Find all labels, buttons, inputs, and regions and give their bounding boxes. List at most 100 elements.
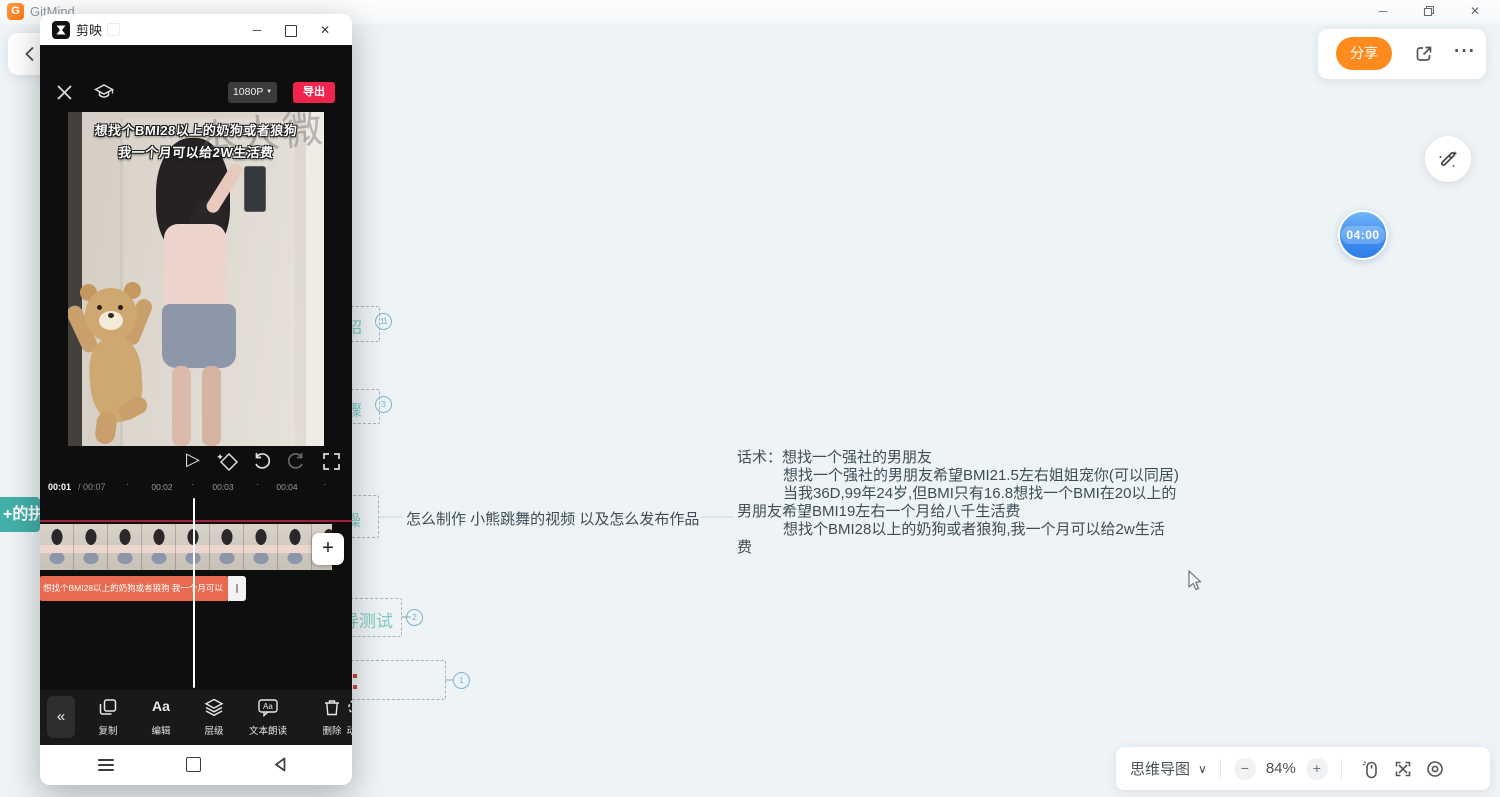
scene-girl-skirt — [162, 304, 236, 368]
node-number-badge-3[interactable]: 3 — [375, 396, 392, 413]
export-button[interactable]: 导出 — [293, 82, 335, 103]
timeline-current-time: 00:01 — [48, 482, 71, 492]
mindmap-node-left-partial[interactable]: +的拼 — [0, 497, 40, 532]
timer-badge[interactable]: 04:00 — [1338, 210, 1388, 260]
open-external-icon[interactable] — [1414, 44, 1434, 64]
toolbar-item-animation[interactable]: 动画 — [336, 696, 352, 740]
dropdown-arrow-icon: ▼ — [266, 89, 272, 95]
subtitle-clip-handle[interactable] — [228, 576, 246, 601]
scene-closet — [68, 112, 82, 446]
share-card: 分享 ··· — [1318, 29, 1486, 79]
scene-bear-nose — [108, 313, 114, 318]
toolbar-collapse-button[interactable]: « — [47, 696, 75, 738]
gitmind-minimize-button[interactable]: ─ — [1364, 0, 1402, 23]
chevron-down-icon[interactable]: ∨ — [1198, 762, 1207, 776]
jianying-minimize-button[interactable]: ─ — [245, 18, 269, 42]
clip-thumbnail[interactable] — [210, 524, 244, 570]
connector-dash — [445, 679, 453, 681]
eye-icon — [1425, 759, 1445, 779]
android-navbar — [40, 745, 352, 785]
clip-thumbnail[interactable] — [74, 524, 108, 570]
fit-screen-button[interactable] — [1393, 759, 1413, 779]
edit-toolbar: « 复制 Aa 编辑 层级 Aa 文本朗读 — [40, 690, 352, 745]
scene-bear-eye — [97, 305, 102, 310]
clip-thumbnail[interactable] — [244, 524, 278, 570]
zoom-out-button[interactable]: − — [1234, 758, 1256, 780]
connector-line — [701, 516, 734, 518]
script-line: 想找个BMI28以上的奶狗或者狼狗,我一个月可以给2w生活 — [737, 521, 1179, 539]
redo-button[interactable] — [286, 452, 306, 470]
clip-thumbnail[interactable] — [142, 524, 176, 570]
divider — [1341, 759, 1342, 779]
jianying-close-button[interactable]: ✕ — [313, 18, 337, 42]
expand-icon — [1393, 759, 1413, 779]
ruler-tick: 00:02 — [142, 482, 182, 492]
jianying-maximize-button[interactable] — [279, 18, 303, 42]
restore-icon — [1423, 5, 1435, 17]
mindmap-script-node[interactable]: 话术：想找一个强社的男朋友 想找一个强社的男朋友希望BMI21.5左右姐姐宠你(… — [737, 449, 1179, 557]
edit-text-icon: Aa — [152, 698, 170, 714]
playhead[interactable] — [193, 498, 195, 688]
scene-bear-leg — [94, 411, 118, 445]
recent-apps-button[interactable] — [98, 759, 114, 771]
scene-girl-leg — [172, 366, 191, 446]
jianying-titlebar: 剪映 ─ ✕ — [40, 14, 352, 45]
magic-wand-icon — [1436, 147, 1460, 171]
node-number-badge-11[interactable]: 11 — [375, 313, 392, 330]
tutorial-cap-icon[interactable] — [94, 83, 114, 102]
connector-line — [379, 516, 403, 518]
mouse-mode-button[interactable] — [1361, 759, 1381, 779]
toolbar-item-layers[interactable]: 层级 — [188, 696, 240, 740]
scene-bear-eye — [118, 305, 123, 310]
ruler-dot: · — [191, 479, 194, 490]
fullscreen-button[interactable] — [322, 452, 341, 471]
keyframe-button[interactable] — [217, 452, 239, 472]
gitmind-restore-button[interactable] — [1410, 0, 1448, 23]
clip-thumbnail[interactable] — [278, 524, 312, 570]
jianying-logo-icon — [52, 21, 70, 39]
video-preview[interactable]: 想找个BMI28以上的奶狗或者狼狗 我一个月可以给2W生活费 本人微 — [68, 112, 324, 446]
subtitle-clip[interactable]: 想找个BMI28以上的奶狗或者狼狗 我一个月可以 — [40, 576, 228, 601]
zoom-in-button[interactable]: + — [1306, 758, 1328, 780]
home-button[interactable] — [186, 757, 201, 772]
svg-text:Aa: Aa — [263, 702, 273, 711]
video-track[interactable] — [40, 524, 332, 570]
resolution-dropdown[interactable]: 1080P ▼ — [228, 82, 277, 103]
view-mode-dropdown[interactable]: 思维导图 — [1130, 758, 1190, 779]
focus-mode-button[interactable] — [1425, 759, 1445, 779]
ruler-dot: · — [323, 479, 326, 490]
toolbar-item-edit[interactable]: Aa 编辑 — [135, 696, 187, 740]
window-badge-icon — [107, 23, 120, 36]
red-marker-dot — [353, 685, 357, 689]
back-button[interactable] — [273, 757, 288, 772]
script-line: 费 — [737, 539, 1179, 557]
view-toolbar: 思维导图 ∨ − 84% + — [1116, 747, 1490, 790]
mouse-icon — [1361, 759, 1381, 779]
share-button[interactable]: 分享 — [1336, 37, 1392, 70]
add-clip-button[interactable]: + — [312, 533, 344, 565]
play-button[interactable]: ▷ — [186, 449, 200, 470]
toolbar-item-copy[interactable]: 复制 — [82, 696, 134, 740]
mindmap-stub-node-1[interactable] — [344, 660, 446, 700]
scene-girl-leg — [202, 366, 221, 446]
script-line: 话术：想找一个强社的男朋友 — [737, 449, 1179, 467]
node-number-badge-1[interactable]: 1 — [453, 672, 470, 689]
node-number-badge-2[interactable]: 2 — [406, 609, 423, 626]
timer-value: 04:00 — [1341, 226, 1384, 244]
gitmind-close-button[interactable]: ✕ — [1456, 0, 1494, 23]
close-editor-icon[interactable] — [56, 84, 73, 101]
more-options-button[interactable]: ··· — [1454, 41, 1476, 63]
mindmap-center-node[interactable]: 怎么制作 小熊跳舞的视频 以及怎么发布作品 — [406, 508, 699, 529]
toolbar-item-tts[interactable]: Aa 文本朗读 — [236, 696, 300, 740]
undo-button[interactable] — [252, 452, 272, 470]
clip-thumbnail[interactable] — [40, 524, 74, 570]
scene-door — [306, 112, 324, 446]
ruler-dot: · — [126, 479, 129, 490]
animation-icon — [347, 698, 353, 717]
ruler-dot: · — [256, 479, 259, 490]
divider — [1220, 759, 1221, 779]
magic-wand-button[interactable] — [1425, 136, 1471, 182]
clip-thumbnail[interactable] — [108, 524, 142, 570]
script-line: 想找一个强社的男朋友希望BMI21.5左右姐姐宠你(可以同居) — [737, 467, 1179, 485]
scene-girl-top — [164, 224, 226, 312]
